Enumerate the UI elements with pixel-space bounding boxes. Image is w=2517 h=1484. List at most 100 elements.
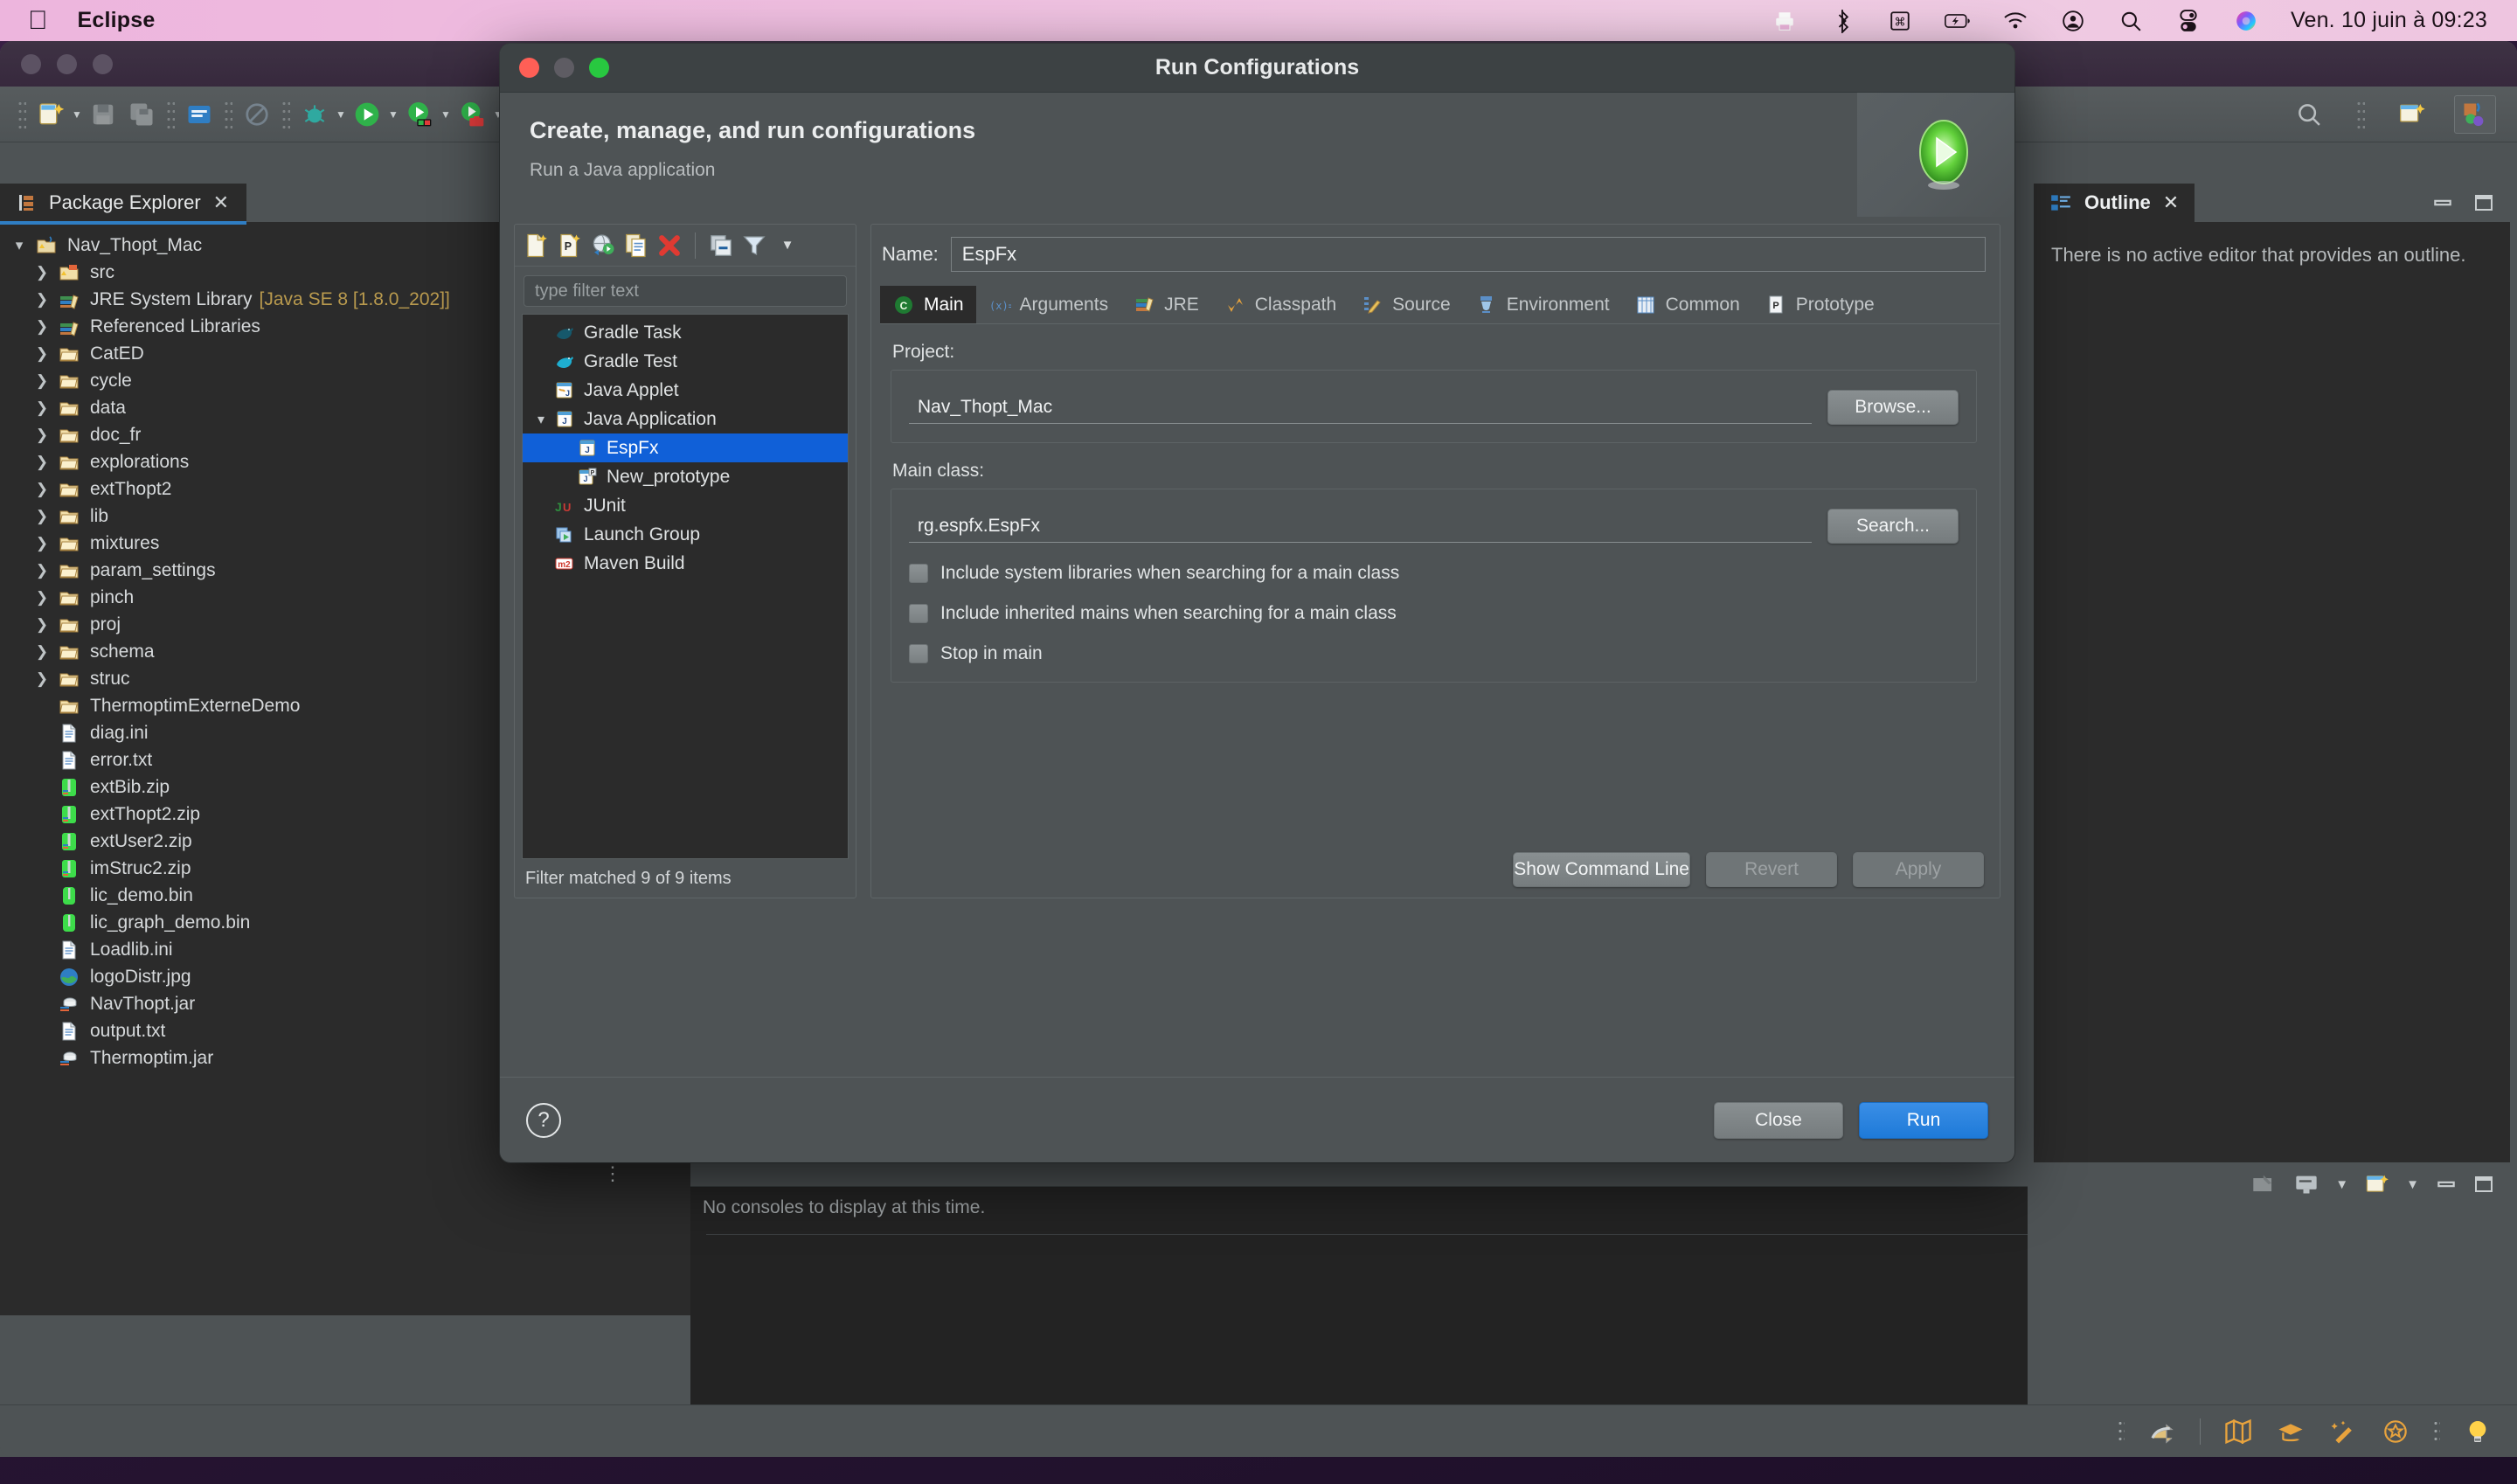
toolbar-grip[interactable] [281,99,290,129]
magic-wand-icon[interactable] [2328,1417,2358,1446]
debug-dropdown-icon[interactable]: ▼ [334,95,348,134]
maximize-icon[interactable] [2473,1174,2494,1195]
config-item-java-applet[interactable]: J Java Applet [523,376,848,405]
chevron-right-icon[interactable]: ❯ [28,318,56,336]
history-icon[interactable] [2147,1417,2177,1446]
window-minimize-button[interactable] [57,53,77,74]
lightbulb-icon[interactable] [2463,1417,2493,1446]
chevron-right-icon[interactable]: ❯ [28,535,56,552]
run-button[interactable]: Run [1859,1101,1988,1139]
user-account-icon[interactable] [2060,8,2086,34]
printer-icon[interactable] [1772,8,1798,34]
tab-outline[interactable]: Outline ✕ [2034,184,2195,222]
map-icon[interactable] [2223,1417,2253,1446]
no-entry-icon[interactable] [238,95,276,134]
config-item-gradle-test[interactable]: Gradle Test [523,347,848,376]
filter-dropdown-icon[interactable]: ▼ [773,231,802,260]
window-maximize-button[interactable] [93,53,113,74]
new-wizard-dropdown-icon[interactable]: ▼ [70,95,84,134]
chevron-down-icon[interactable]: ▾ [530,411,552,428]
save-all-icon[interactable] [122,95,161,134]
window-close-button[interactable] [21,53,41,74]
config-item-junit[interactable]: J U JUnit [523,491,848,520]
chevron-right-icon[interactable]: ❯ [28,508,56,525]
name-input[interactable]: EspFx [950,237,1986,272]
control-center-icon[interactable] [2175,8,2202,34]
chevron-right-icon[interactable]: ❯ [28,454,56,471]
siri-icon[interactable] [2233,8,2259,34]
open-perspective-icon[interactable] [2393,95,2431,134]
close-button[interactable] [519,58,539,78]
checkbox[interactable] [909,604,928,623]
checkbox-row[interactable]: Include inherited mains when searching f… [909,603,1959,624]
show-command-line-button[interactable]: Show Command Line [1513,852,1690,887]
toolbar-grip[interactable] [166,99,175,129]
graduation-cap-icon[interactable] [2276,1417,2306,1446]
minimize-icon[interactable] [2435,1175,2458,1193]
tab-package-explorer[interactable]: Package Explorer ✕ [0,184,247,225]
tab-arguments[interactable]: (x)= Arguments [976,286,1121,323]
toolbar-grip[interactable] [2356,99,2365,129]
tab-environment[interactable]: Environment [1463,286,1622,323]
new-wizard-icon[interactable] [31,95,70,134]
tab-prototype[interactable]: P Prototype [1752,286,1887,323]
tab-common[interactable]: Common [1622,286,1752,323]
statusbar-grip[interactable] [2118,1418,2125,1444]
tab-classpath[interactable]: Classpath [1211,286,1349,323]
view-menu-caret-icon[interactable]: ▼ [2335,1177,2348,1192]
filter-input[interactable]: type filter text [524,275,847,307]
tab-jre[interactable]: JRE [1120,286,1211,323]
chevron-right-icon[interactable]: ❯ [28,670,56,688]
new-view-icon[interactable] [2364,1172,2390,1196]
config-item-new-prototype[interactable]: J P New_prototype [523,462,848,491]
run-external-icon[interactable] [400,95,439,134]
delete-icon[interactable] [655,231,684,260]
battery-charging-icon[interactable] [1945,8,1971,34]
keyboard-input-icon[interactable]: ⌘ [1887,8,1913,34]
config-item-launch-group[interactable]: Launch Group [523,520,848,549]
spotlight-search-icon[interactable] [2118,8,2144,34]
checkbox-row[interactable]: Include system libraries when searching … [909,563,1959,584]
console-handle[interactable]: ⋮ [603,1162,624,1185]
run-dropdown-icon[interactable]: ▼ [386,95,400,134]
duplicate-icon[interactable] [621,231,651,260]
close-button[interactable]: Close [1714,1101,1843,1139]
filter-icon[interactable] [739,231,769,260]
chevron-right-icon[interactable]: ❯ [28,264,56,281]
minimize-button[interactable] [554,58,574,78]
java-perspective-icon[interactable] [2454,94,2496,134]
chevron-right-icon[interactable]: ❯ [28,562,56,579]
close-icon[interactable]: ✕ [213,191,229,214]
config-item-maven-build[interactable]: m2 Maven Build [523,549,848,578]
new-prototype-icon[interactable]: P [555,231,585,260]
project-input[interactable]: Nav_Thopt_Mac [909,391,1812,424]
save-icon[interactable] [84,95,122,134]
checkbox[interactable] [909,564,928,583]
collapse-all-icon[interactable] [706,231,736,260]
config-item-java-application[interactable]: ▾ J Java Application [523,405,848,433]
maximize-button[interactable] [589,58,609,78]
export-icon[interactable] [588,231,618,260]
configurations-tree[interactable]: Gradle Task Gradle Test J Java Applet ▾ J Ja… [522,314,849,859]
search-icon[interactable] [2290,95,2328,134]
run-toolbox-icon[interactable] [453,95,491,134]
chevron-right-icon[interactable]: ❯ [28,643,56,661]
config-item-gradle-task[interactable]: Gradle Task [523,318,848,347]
minimize-icon[interactable] [2431,194,2454,212]
print-icon[interactable] [180,95,218,134]
chevron-right-icon[interactable]: ❯ [28,426,56,444]
bluetooth-icon[interactable] [1829,8,1855,34]
wifi-icon[interactable] [2002,8,2028,34]
statusbar-grip[interactable] [2433,1418,2440,1444]
tab-source[interactable]: Source [1349,286,1463,323]
chevron-right-icon[interactable]: ❯ [28,399,56,417]
browse-button[interactable]: Browse... [1827,390,1959,425]
chevron-right-icon[interactable]: ❯ [28,291,56,309]
chevron-right-icon[interactable]: ❯ [28,372,56,390]
tab-main[interactable]: C Main [880,286,976,323]
chevron-right-icon[interactable]: ❯ [28,589,56,607]
main-class-input[interactable]: rg.espfx.EspFx [909,510,1812,543]
maximize-icon[interactable] [2473,192,2494,213]
pin-icon[interactable] [2251,1172,2278,1196]
run-external-dropdown-icon[interactable]: ▼ [439,95,453,134]
